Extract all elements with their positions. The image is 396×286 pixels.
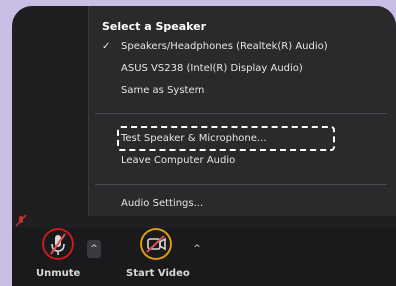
divider (95, 113, 387, 114)
menu-heading: Select a Speaker (102, 20, 207, 33)
divider (95, 184, 387, 185)
speaker-option-asus[interactable]: ASUS VS238 (Intel(R) Display Audio) (121, 60, 303, 78)
chevron-up-icon[interactable]: ^ (87, 240, 101, 258)
audio-menu: Select a Speaker ✓ Speakers/Headphones (… (88, 6, 396, 216)
speaker-option-realtek[interactable]: Speakers/Headphones (Realtek(R) Audio) (121, 38, 328, 56)
check-icon: ✓ (102, 41, 111, 52)
audio-settings-item[interactable]: Audio Settings... (121, 195, 203, 213)
start-video-label: Start Video (126, 268, 190, 279)
highlight-annotation (117, 126, 335, 151)
mic-muted-icon (42, 228, 74, 260)
video-off-icon (140, 228, 172, 260)
chevron-up-icon[interactable]: ^ (190, 240, 204, 258)
unmute-label: Unmute (36, 268, 81, 279)
leave-computer-audio-item[interactable]: Leave Computer Audio (121, 152, 235, 170)
speaker-option-same-as-system[interactable]: Same as System (121, 82, 204, 100)
meeting-toolbar: Unmute ^ Start Video ^ (12, 228, 396, 286)
mic-muted-icon (15, 214, 27, 227)
zoom-meeting-window: Select a Speaker ✓ Speakers/Headphones (… (12, 6, 396, 286)
